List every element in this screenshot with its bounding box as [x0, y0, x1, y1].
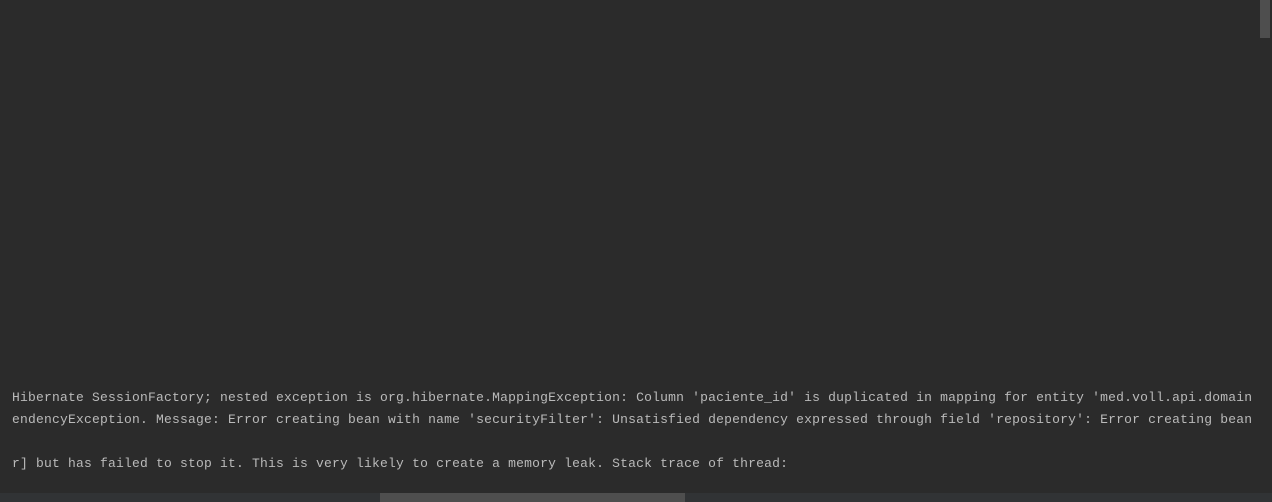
vertical-scroll-thumb[interactable] [1260, 0, 1270, 38]
vertical-scrollbar[interactable] [1260, 0, 1270, 493]
log-line: endencyException. Message: Error creatin… [12, 409, 1252, 431]
log-blank-line [12, 431, 1252, 453]
log-line: Hibernate SessionFactory; nested excepti… [12, 387, 1252, 409]
log-content: Hibernate SessionFactory; nested excepti… [0, 387, 1264, 475]
horizontal-scroll-thumb[interactable] [380, 493, 685, 502]
horizontal-scrollbar[interactable] [0, 493, 1272, 502]
console-output-area[interactable]: Hibernate SessionFactory; nested excepti… [0, 0, 1272, 493]
log-line: r] but has failed to stop it. This is ve… [12, 453, 1252, 475]
